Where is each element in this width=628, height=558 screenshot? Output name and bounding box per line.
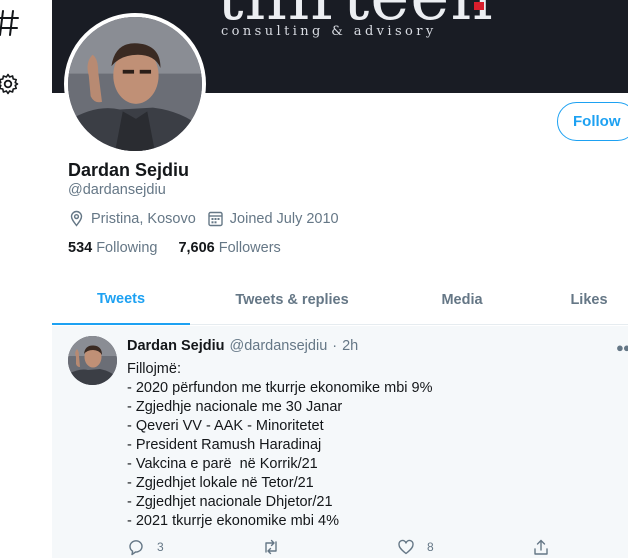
reply-count: 3 xyxy=(157,540,164,554)
tweet-line: - Zgjedhjet nacionale Dhjetor/21 xyxy=(127,494,333,510)
profile-display-name: Dardan Sejdiu xyxy=(68,160,190,180)
following-link[interactable]: 534 Following xyxy=(68,240,157,256)
retweet-button[interactable] xyxy=(262,538,292,556)
tab-tweets-replies[interactable]: Tweets & replies xyxy=(212,275,372,325)
profile-handle: @dardansejdiu xyxy=(68,182,166,198)
tab-likes[interactable]: Likes xyxy=(552,275,626,325)
tweet-author-avatar[interactable] xyxy=(68,336,117,385)
reply-button[interactable]: 3 xyxy=(127,538,164,556)
tweet-line: - Qeveri VV - AAK - Minoritetet xyxy=(127,418,324,434)
following-label: Following xyxy=(96,240,158,256)
banner-tagline: consulting & advisory xyxy=(221,24,437,39)
tab-media[interactable]: Media xyxy=(412,275,512,325)
tab-tweets[interactable]: Tweets xyxy=(52,275,190,325)
profile-avatar[interactable] xyxy=(64,13,206,155)
tweet-line: - President Ramush Haradinaj xyxy=(127,437,322,453)
tweet-line: - 2020 përfundon me tkurrje ekonomike mb… xyxy=(127,380,433,396)
tweet-author-name[interactable]: Dardan Sejdiu xyxy=(127,338,225,354)
profile-tabs: Tweets Tweets & replies Media Likes xyxy=(52,275,628,325)
like-heart-icon xyxy=(398,539,414,555)
tweet[interactable]: Dardan Sejdiu @dardansejdiu · 2h ●● Fill… xyxy=(52,326,628,558)
share-icon xyxy=(534,539,548,555)
settings-gear-icon[interactable] xyxy=(0,72,20,96)
like-count: 8 xyxy=(427,540,434,554)
tweet-header: Dardan Sejdiu @dardansejdiu · 2h xyxy=(127,338,358,354)
profile-meta: Pristina, Kosovo Joined July 2010 xyxy=(68,210,350,227)
retweet-icon xyxy=(265,539,277,555)
tweet-timestamp[interactable]: 2h xyxy=(342,338,358,354)
profile-location: Pristina, Kosovo xyxy=(68,210,196,227)
more-options-icon[interactable]: ●● xyxy=(616,340,628,355)
tweet-separator: · xyxy=(332,338,338,354)
tweet-line: - 2021 tkurrje ekonomike mbi 4% xyxy=(127,513,339,529)
hashtag-icon[interactable] xyxy=(0,8,20,38)
tweet-actions: 3 8 xyxy=(127,538,607,558)
profile-joined: Joined July 2010 xyxy=(207,210,339,227)
profile-joined-text: Joined July 2010 xyxy=(229,210,339,227)
tweet-line: Fillojmë: xyxy=(127,361,181,377)
tweet-line: - Zgjedhjet lokale në Tetor/21 xyxy=(127,475,314,491)
tweet-author-handle[interactable]: @dardansejdiu xyxy=(230,338,328,354)
profile-stats: 534 Following 7,606 Followers xyxy=(68,240,302,256)
tweet-text: Fillojmë: - 2020 përfundon me tkurrje ek… xyxy=(127,360,432,531)
following-count: 534 xyxy=(68,240,93,256)
left-navigation xyxy=(0,0,40,558)
profile-location-text: Pristina, Kosovo xyxy=(91,210,196,227)
calendar-icon xyxy=(208,211,223,227)
location-pin-icon xyxy=(70,210,83,227)
followers-label: Followers xyxy=(218,240,281,256)
tweet-line: - Vakcina e parë në Korrik/21 xyxy=(127,456,318,472)
like-button[interactable]: 8 xyxy=(397,538,434,556)
follow-button[interactable]: Follow xyxy=(557,102,628,141)
followers-link[interactable]: 7,606 Followers xyxy=(178,240,280,256)
tweet-line: - Zgjedhje nacionale me 30 Janar xyxy=(127,399,343,415)
followers-count: 7,606 xyxy=(178,240,215,256)
banner-logo-dot xyxy=(474,2,484,10)
share-button[interactable] xyxy=(532,538,562,556)
reply-icon xyxy=(129,540,143,556)
